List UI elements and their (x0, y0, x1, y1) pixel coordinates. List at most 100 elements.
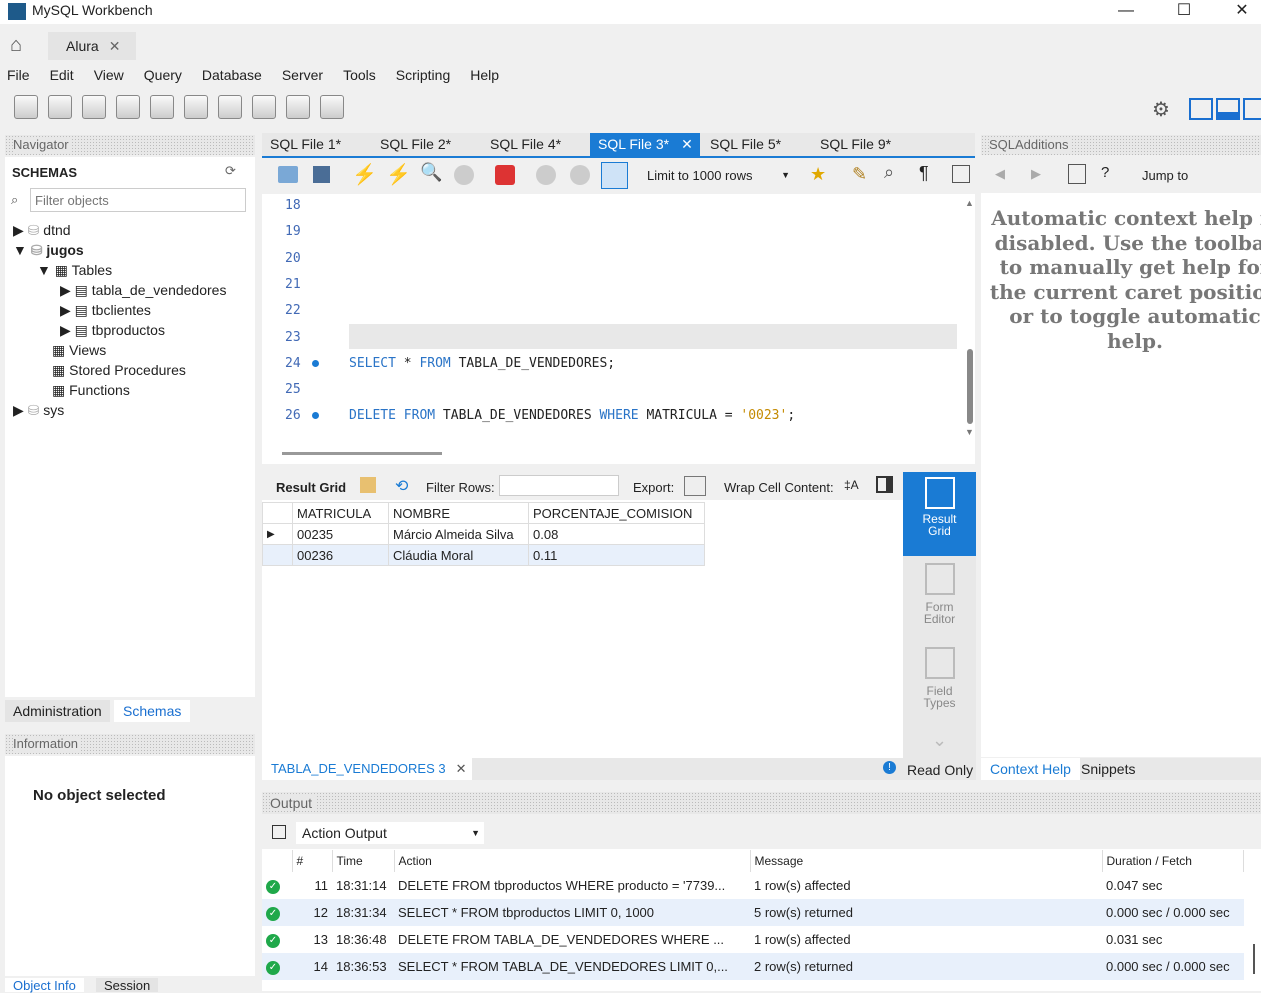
back-icon[interactable]: ◀ (995, 166, 1005, 182)
reconnect-icon[interactable] (320, 95, 344, 119)
horizontal-scrollbar[interactable] (282, 452, 442, 455)
table-tabla-de-vendedores[interactable]: ▶ ▤ tabla_de_vendedores (60, 282, 226, 299)
wrap-cell-icon[interactable]: ‡A (844, 478, 859, 492)
open-file-icon[interactable] (278, 166, 298, 183)
close-result-tab-icon[interactable]: ✕ (456, 761, 467, 776)
menu-query[interactable]: Query (134, 64, 192, 86)
new-sql-tab-icon[interactable] (14, 95, 38, 119)
cell[interactable]: 0.11 (528, 544, 705, 566)
settings-icon[interactable]: ⚙ (1152, 97, 1170, 122)
create-schema-icon[interactable] (116, 95, 140, 119)
schema-dtnd[interactable]: ▶ ⛁ dtnd (13, 222, 71, 239)
menu-database[interactable]: Database (192, 64, 272, 86)
menu-help[interactable]: Help (460, 64, 509, 86)
menu-server[interactable]: Server (272, 64, 333, 86)
auto-help-icon[interactable]: ? (1101, 164, 1109, 181)
create-table-icon[interactable] (150, 95, 174, 119)
toggle-output-icon[interactable] (1216, 98, 1240, 120)
wrap-lines-icon[interactable] (952, 165, 970, 183)
search-table-data-icon[interactable] (286, 95, 310, 119)
column-header[interactable]: NOMBRE (388, 502, 529, 524)
close-window-button[interactable]: ✕ (1219, 0, 1261, 24)
inspector-icon[interactable] (82, 95, 106, 119)
output-row[interactable]: ✓ 14 18:36:53 SELECT * FROM TABLA_DE_VENDED… (262, 953, 1244, 980)
cell[interactable]: 00235 (292, 523, 389, 545)
forward-icon[interactable]: ▶ (1031, 166, 1041, 182)
menu-tools[interactable]: Tools (333, 64, 386, 86)
output-scrollbar[interactable] (1253, 944, 1255, 974)
tab-session[interactable]: Session (96, 978, 159, 993)
cell[interactable]: 0.08 (528, 523, 705, 545)
limit-rows-select[interactable]: Limit to 1000 rows ▼ (641, 164, 796, 187)
refresh-results-icon[interactable]: ⟲ (395, 476, 408, 496)
create-function-icon[interactable] (252, 95, 276, 119)
tables-folder[interactable]: ▼ ▦ Tables (37, 262, 112, 279)
maximize-button[interactable]: ☐ (1161, 0, 1207, 24)
toggle-error-icon[interactable] (495, 165, 515, 185)
menu-edit[interactable]: Edit (40, 64, 84, 86)
more-down-icon[interactable]: ⌄ (903, 730, 976, 751)
output-row[interactable]: ✓ 13 18:36:48 DELETE FROM TABLA_DE_VENDEDOR… (262, 926, 1244, 953)
find-icon[interactable]: ⌕ (884, 162, 894, 183)
autocommit-icon[interactable] (601, 162, 628, 189)
views-folder[interactable]: ▦ Views (52, 342, 106, 359)
save-icon[interactable] (313, 166, 330, 183)
toggle-panel-icon[interactable] (876, 476, 893, 493)
refresh-icon[interactable]: ⟳ (225, 163, 236, 179)
output-type-select[interactable]: Action Output ▼ (296, 822, 484, 844)
tab-object-info[interactable]: Object Info (5, 978, 84, 993)
output-row[interactable]: ✓ 12 18:31:34 SELECT * FROM tbproductos LIM… (262, 899, 1244, 926)
tab-snippets[interactable]: Snippets (1081, 761, 1135, 777)
scroll-up-icon[interactable]: ▲ (965, 198, 974, 208)
create-view-icon[interactable] (184, 95, 208, 119)
column-header[interactable]: Duration / Fetch (1102, 850, 1244, 872)
jump-to-select[interactable]: Jump to (1142, 168, 1188, 183)
tab-sql-file-5[interactable]: SQL File 5* (702, 133, 781, 156)
copy-icon[interactable] (272, 825, 286, 839)
tab-sql-file-2[interactable]: SQL File 2* (372, 133, 451, 156)
tab-sql-file-3[interactable]: SQL File 3* ✕ (590, 133, 700, 156)
open-sql-script-icon[interactable] (48, 95, 72, 119)
stored-procedures-folder[interactable]: ▦ Stored Procedures (52, 362, 186, 379)
filter-rows-input[interactable] (499, 475, 619, 496)
toggle-secondary-sidebar-icon[interactable] (1243, 98, 1261, 120)
column-header[interactable]: Action (394, 850, 751, 872)
rollback-icon[interactable] (570, 165, 590, 185)
sql-editor[interactable]: ▲ ▼ (262, 194, 975, 444)
column-header[interactable]: Message (750, 850, 1103, 872)
output-row[interactable]: ✓ 11 18:31:14 DELETE FROM tbproductos WHERE… (262, 872, 1244, 899)
column-header[interactable]: Time (332, 850, 395, 872)
beautify-icon[interactable]: ✎ (852, 164, 867, 185)
scroll-down-icon[interactable]: ▼ (965, 427, 974, 437)
commit-icon[interactable] (536, 165, 556, 185)
cell[interactable]: Márcio Almeida Silva (388, 523, 529, 545)
menu-file[interactable]: File (0, 64, 40, 86)
close-tab-icon[interactable]: ✕ (109, 38, 121, 54)
grid-view-icon[interactable] (360, 477, 376, 493)
create-procedure-icon[interactable] (218, 95, 242, 119)
minimize-button[interactable]: — (1103, 0, 1149, 24)
form-editor-button[interactable]: Form Editor (903, 563, 976, 625)
tab-schemas[interactable]: Schemas (114, 700, 190, 722)
menu-view[interactable]: View (84, 64, 134, 86)
table-tbproductos[interactable]: ▶ ▤ tbproductos (60, 322, 165, 339)
cell[interactable]: 00236 (292, 544, 389, 566)
column-header[interactable]: PORCENTAJE_COMISION (528, 502, 705, 524)
stop-icon[interactable] (454, 165, 474, 185)
execute-current-icon[interactable]: ⚡ (386, 162, 411, 187)
column-header[interactable]: # (292, 850, 333, 872)
result-grid-button[interactable]: Result Grid (903, 472, 976, 556)
tab-sql-file-9[interactable]: SQL File 9* (812, 133, 891, 156)
invisible-chars-icon[interactable]: ¶ (919, 163, 929, 184)
export-icon[interactable] (684, 476, 706, 496)
cell[interactable]: Cláudia Moral (388, 544, 529, 566)
functions-folder[interactable]: ▦ Functions (52, 382, 130, 399)
explain-icon[interactable]: 🔍 (420, 162, 442, 183)
tab-administration[interactable]: Administration (5, 700, 110, 722)
field-types-button[interactable]: Field Types (903, 647, 976, 709)
table-row[interactable]: ▶ 00235 Márcio Almeida Silva 0.08 (262, 523, 705, 545)
result-tab[interactable]: TABLA_DE_VENDEDORES 3 ✕ (262, 758, 472, 780)
table-tbclientes[interactable]: ▶ ▤ tbclientes (60, 302, 151, 319)
home-icon[interactable]: ⌂ (10, 34, 22, 57)
schema-sys[interactable]: ▶ ⛁ sys (13, 402, 64, 419)
